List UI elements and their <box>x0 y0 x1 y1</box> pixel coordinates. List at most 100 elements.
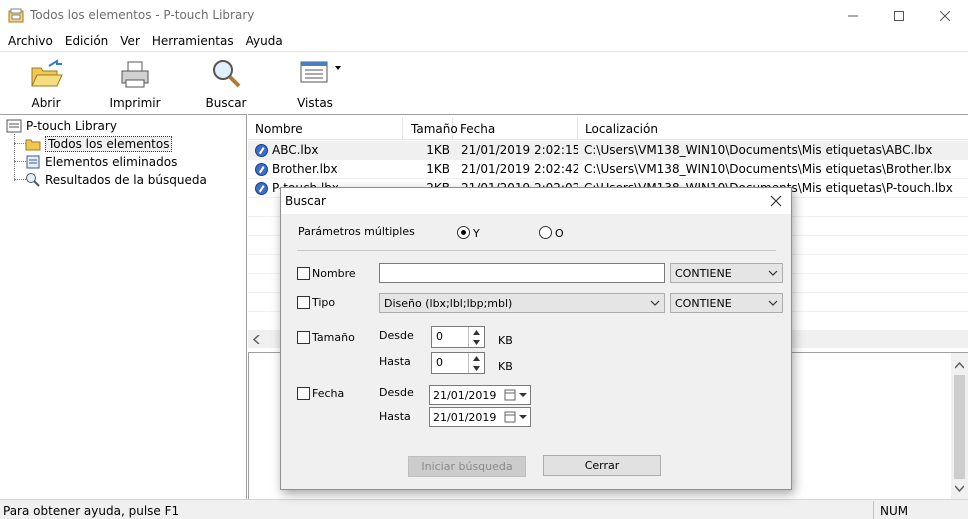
minimize-button[interactable] <box>830 0 876 31</box>
date-from-label: Desde <box>379 386 414 399</box>
radio-or-label: O <box>555 227 564 240</box>
library-icon <box>6 119 22 133</box>
tree-connector <box>14 134 15 181</box>
status-help-text: Para obtener ayuda, pulse F1 <box>3 504 180 518</box>
table-row[interactable]: ABC.lbx 1KB 21/01/2019 2:02:15 C:\Users\… <box>248 141 968 160</box>
col-size[interactable]: Tamaño <box>403 118 458 140</box>
maximize-icon <box>894 10 904 21</box>
open-label: Abrir <box>31 96 61 110</box>
type-condition-value: CONTIENE <box>675 297 732 310</box>
lbx-file-icon <box>255 143 268 157</box>
views-list-icon <box>300 61 341 83</box>
dialog-title: Buscar <box>285 194 326 208</box>
toolbar: Abrir Imprimir Buscar Vistas <box>0 51 968 113</box>
vertical-scrollbar[interactable] <box>951 353 968 500</box>
tree-item-all[interactable]: Todos los elementos <box>25 135 173 153</box>
size-to-value: 0 <box>436 356 443 369</box>
size-from-stepper[interactable]: 0 <box>431 326 485 348</box>
tree-item-deleted-label: Elementos eliminados <box>45 155 178 169</box>
date-checkbox[interactable] <box>297 387 310 400</box>
size-to-unit: KB <box>498 360 513 373</box>
name-condition-select[interactable]: CONTIENE <box>670 263 783 283</box>
tree-root[interactable]: P-touch Library <box>6 117 117 135</box>
search-results-icon <box>26 173 40 187</box>
scroll-thumb[interactable] <box>954 375 965 479</box>
dialog-close-icon[interactable] <box>767 192 785 210</box>
menu-view[interactable]: Ver <box>114 31 146 51</box>
close-icon <box>940 10 950 21</box>
tree-item-search-results-label: Resultados de la búsqueda <box>45 173 207 187</box>
spin-down-icon[interactable] <box>469 337 484 347</box>
name-condition-value: CONTIENE <box>675 267 732 280</box>
scroll-down-icon <box>955 485 964 492</box>
open-button[interactable]: Abrir <box>26 58 66 110</box>
lbx-file-icon <box>255 162 268 176</box>
print-button[interactable]: Imprimir <box>109 58 161 110</box>
col-name[interactable]: Nombre <box>248 118 403 140</box>
lbx-file-icon <box>255 181 268 195</box>
type-select[interactable]: Diseño (lbx;lbl;lbp;mbl) <box>379 293 665 313</box>
size-to-stepper[interactable]: 0 <box>431 352 485 374</box>
date-to-value: 21/01/2019 <box>433 411 497 424</box>
col-date[interactable]: Fecha <box>453 118 578 140</box>
dialog-title-bar: Buscar <box>281 188 791 214</box>
menu-help[interactable]: Ayuda <box>240 31 289 51</box>
menu-edit[interactable]: Edición <box>59 31 114 51</box>
row-location: C:\Users\VM138_WIN10\Documents\Mis etiqu… <box>584 143 933 157</box>
name-checkbox[interactable] <box>297 267 310 280</box>
row-date: 21/01/2019 2:02:42 <box>461 162 578 176</box>
size-to-label: Hasta <box>379 355 411 368</box>
status-bar: Para obtener ayuda, pulse F1 NUM <box>0 499 968 519</box>
maximize-button[interactable] <box>876 0 922 31</box>
col-location[interactable]: Localización <box>578 118 968 140</box>
menu-bar: Archivo Edición Ver Herramientas Ayuda <box>0 31 968 51</box>
name-input[interactable] <box>379 263 665 283</box>
menu-tools[interactable]: Herramientas <box>146 31 240 51</box>
chevron-down-icon <box>768 270 778 276</box>
row-size: 1KB <box>426 162 450 176</box>
type-checkbox[interactable] <box>297 296 310 309</box>
date-label: Fecha <box>312 387 345 400</box>
views-label: Vistas <box>297 96 333 110</box>
table-row[interactable]: Brother.lbx 1KB 21/01/2019 2:02:42 C:\Us… <box>248 160 968 179</box>
row-name: ABC.lbx <box>272 143 319 157</box>
magnifier-icon <box>213 60 241 88</box>
library-tree: P-touch Library Todos los elementos Elem… <box>0 114 247 499</box>
type-condition-select[interactable]: CONTIENE <box>670 293 783 313</box>
spin-up-icon[interactable] <box>469 327 484 337</box>
recycle-list-icon <box>26 155 40 169</box>
views-button[interactable]: Vistas <box>296 58 346 110</box>
type-value: Diseño (lbx;lbl;lbp;mbl) <box>384 297 513 310</box>
tree-item-deleted[interactable]: Elementos eliminados <box>25 153 177 171</box>
spin-up-icon[interactable] <box>469 353 484 363</box>
calendar-dropdown-icon <box>504 389 527 401</box>
tree-root-label: P-touch Library <box>26 119 117 133</box>
tree-item-search-results[interactable]: Resultados de la búsqueda <box>25 171 207 189</box>
title-bar: Todos los elementos - P-touch Library <box>0 0 968 31</box>
row-size: 1KB <box>426 143 450 157</box>
chevron-down-icon <box>650 300 660 306</box>
spin-down-icon[interactable] <box>469 363 484 373</box>
name-label: Nombre <box>312 267 356 280</box>
menu-file[interactable]: Archivo <box>2 31 59 51</box>
radio-and-label: Y <box>473 227 480 240</box>
search-label: Buscar <box>205 96 247 110</box>
date-from-picker[interactable]: 21/01/2019 <box>429 385 531 405</box>
radio-and[interactable] <box>457 226 470 239</box>
start-search-button[interactable]: Iniciar búsqueda <box>408 456 526 477</box>
radio-or[interactable] <box>539 226 552 239</box>
search-dialog: Buscar Parámetros múltiples Y O Nombre C… <box>280 187 792 490</box>
printer-icon <box>121 61 149 88</box>
search-button[interactable]: Buscar <box>205 58 247 110</box>
scroll-up-icon <box>955 362 964 369</box>
close-button[interactable]: Cerrar <box>543 455 661 476</box>
size-from-unit: KB <box>498 334 513 347</box>
calendar-dropdown-icon <box>504 411 527 423</box>
close-window-button[interactable] <box>922 0 968 31</box>
num-lock-indicator: NUM <box>873 501 923 519</box>
date-to-picker[interactable]: 21/01/2019 <box>429 407 531 427</box>
size-checkbox[interactable] <box>297 331 310 344</box>
date-from-value: 21/01/2019 <box>433 389 497 402</box>
chevron-down-icon <box>768 300 778 306</box>
multi-params-label: Parámetros múltiples <box>298 225 415 238</box>
